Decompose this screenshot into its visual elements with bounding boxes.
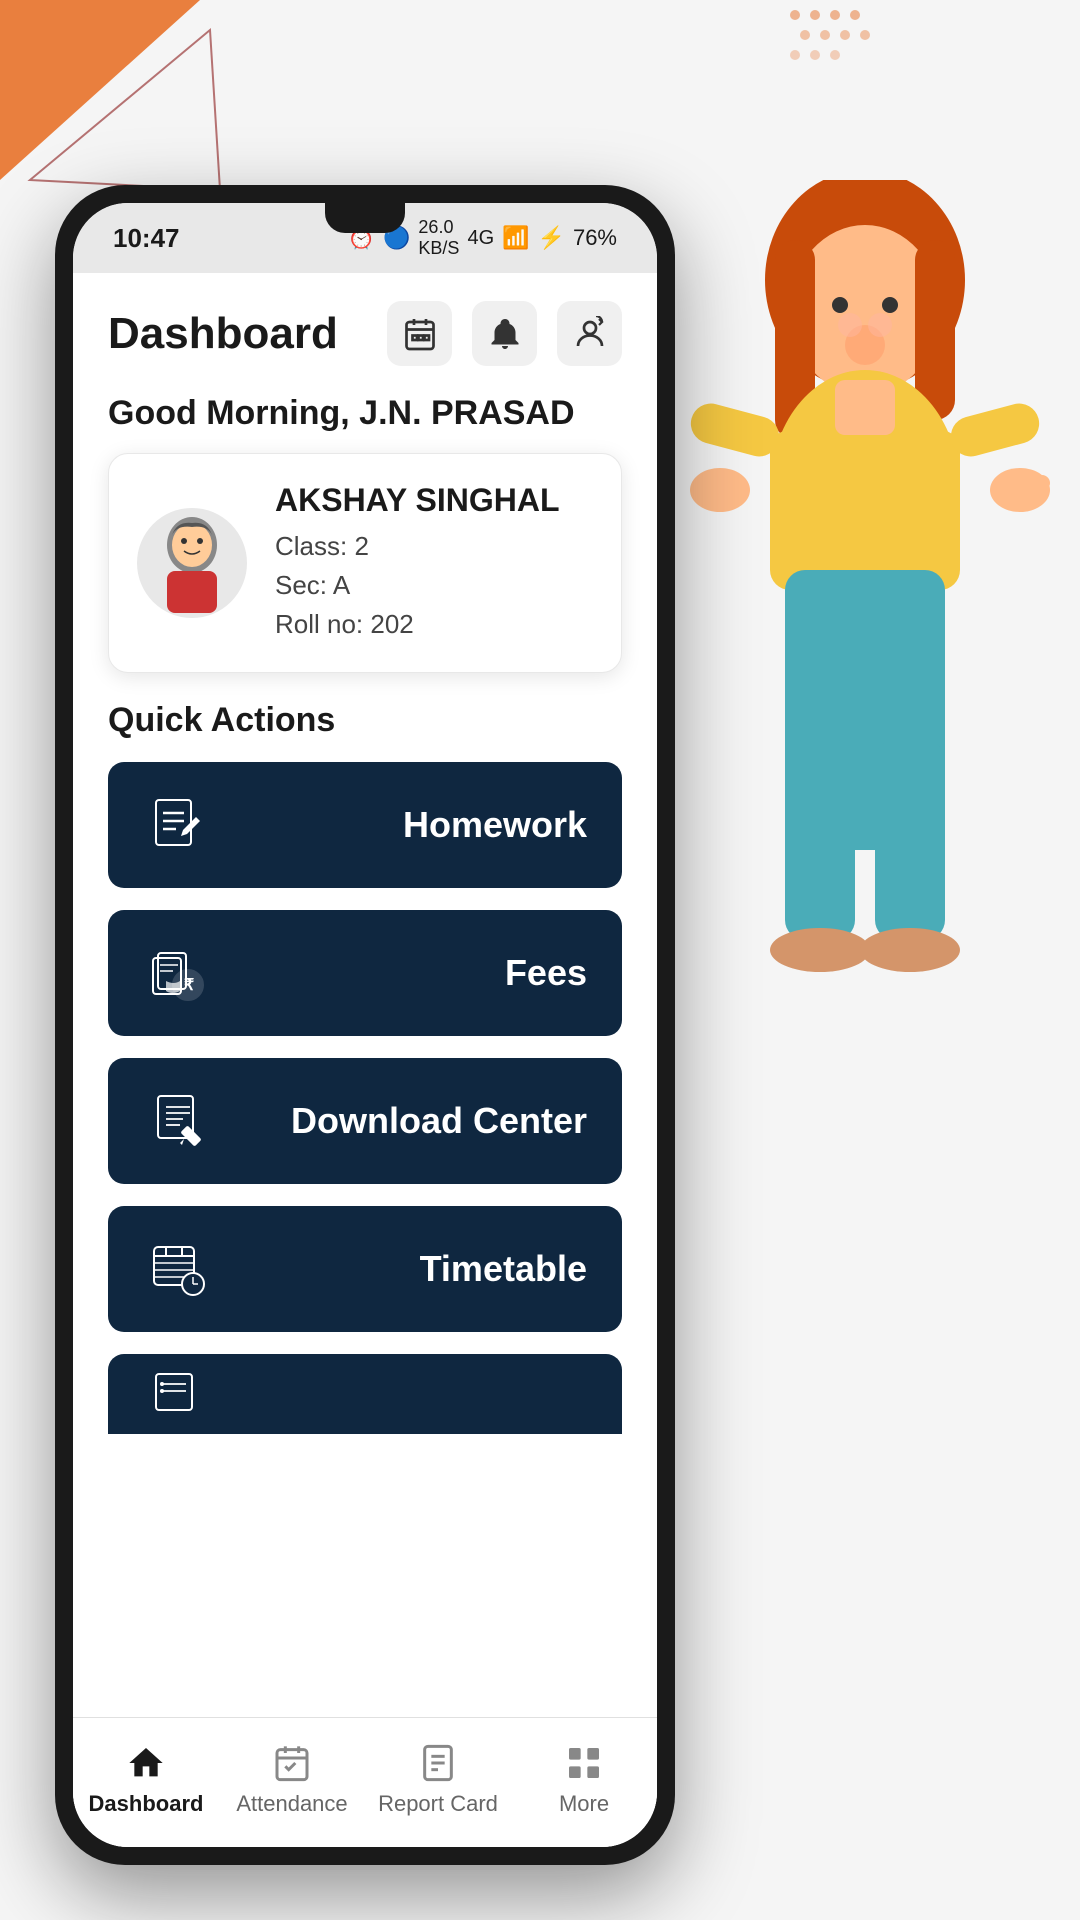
battery-percent: 76% [573, 225, 617, 251]
battery-icon: ⚡ [538, 225, 565, 251]
homework-label: Homework [213, 804, 587, 846]
timetable-label: Timetable [213, 1248, 587, 1290]
quick-actions-title: Quick Actions [108, 701, 622, 740]
nav-attendance[interactable]: Attendance [219, 1741, 365, 1817]
status-bar: 10:47 ⏰ 🔵 26.0KB/S 4G 📶 ⚡ 76% [73, 203, 657, 273]
exam-schedule-button[interactable] [108, 1354, 622, 1434]
student-roll: Roll no: 202 [275, 605, 593, 644]
download-center-label: Download Center [213, 1100, 587, 1142]
profile-refresh-button[interactable] [557, 301, 622, 366]
app-screen: Dashboard [73, 273, 657, 1847]
more-icon [562, 1741, 606, 1785]
attendance-icon [270, 1741, 314, 1785]
notification-button[interactable] [472, 301, 537, 366]
phone-frame: 10:47 ⏰ 🔵 26.0KB/S 4G 📶 ⚡ 76% Dashboard [55, 185, 675, 1865]
app-header: Dashboard [73, 273, 657, 386]
fees-button[interactable]: ₹ Fees [108, 910, 622, 1036]
nav-report-card-label: Report Card [378, 1791, 498, 1817]
nav-dashboard-label: Dashboard [89, 1791, 204, 1817]
student-info: AKSHAY SINGHAL Class: 2 Sec: A Roll no: … [275, 482, 593, 644]
header-action-buttons [387, 301, 622, 366]
student-avatar [137, 508, 247, 618]
home-icon [124, 1741, 168, 1785]
fees-label: Fees [213, 952, 587, 994]
timetable-icon [143, 1234, 213, 1304]
fees-icon: ₹ [143, 938, 213, 1008]
nav-more-label: More [559, 1791, 609, 1817]
homework-icon [143, 790, 213, 860]
bottom-navigation: Dashboard Attendance [73, 1717, 657, 1847]
greeting-section: Good Morning, J.N. PRASAD [73, 386, 657, 453]
camera-notch [325, 203, 405, 233]
signal-icon: 📶 [502, 225, 529, 251]
calendar-button[interactable] [387, 301, 452, 366]
nav-report-card[interactable]: Report Card [365, 1741, 511, 1817]
timetable-button[interactable]: Timetable [108, 1206, 622, 1332]
status-time: 10:47 [113, 223, 180, 254]
bell-icon [487, 316, 523, 352]
bg-triangle-decoration [0, 0, 230, 200]
homework-button[interactable]: Homework [108, 762, 622, 888]
data-speed: 26.0KB/S [418, 217, 459, 259]
nav-attendance-label: Attendance [236, 1791, 347, 1817]
student-section: Sec: A [275, 566, 593, 605]
greeting-text: Good Morning, J.N. PRASAD [108, 394, 575, 432]
student-class: Class: 2 [275, 527, 593, 566]
network-icon: 4G [467, 227, 494, 250]
report-card-icon [416, 1741, 460, 1785]
nav-dashboard[interactable]: Dashboard [73, 1741, 219, 1817]
student-name: AKSHAY SINGHAL [275, 482, 593, 519]
quick-actions-section: Quick Actions Homework [73, 701, 657, 1717]
download-center-icon [143, 1086, 213, 1156]
character-illustration [650, 180, 1080, 1580]
refresh-user-icon [572, 316, 608, 352]
nav-more[interactable]: More [511, 1741, 657, 1817]
download-center-button[interactable]: Download Center [108, 1058, 622, 1184]
calendar-icon [402, 316, 438, 352]
page-title: Dashboard [108, 309, 338, 359]
bg-dots-decoration [785, 5, 925, 75]
avatar-illustration [147, 513, 237, 613]
svg-text:₹: ₹ [184, 977, 194, 994]
student-card[interactable]: AKSHAY SINGHAL Class: 2 Sec: A Roll no: … [108, 453, 622, 673]
exam-schedule-icon [143, 1359, 213, 1429]
